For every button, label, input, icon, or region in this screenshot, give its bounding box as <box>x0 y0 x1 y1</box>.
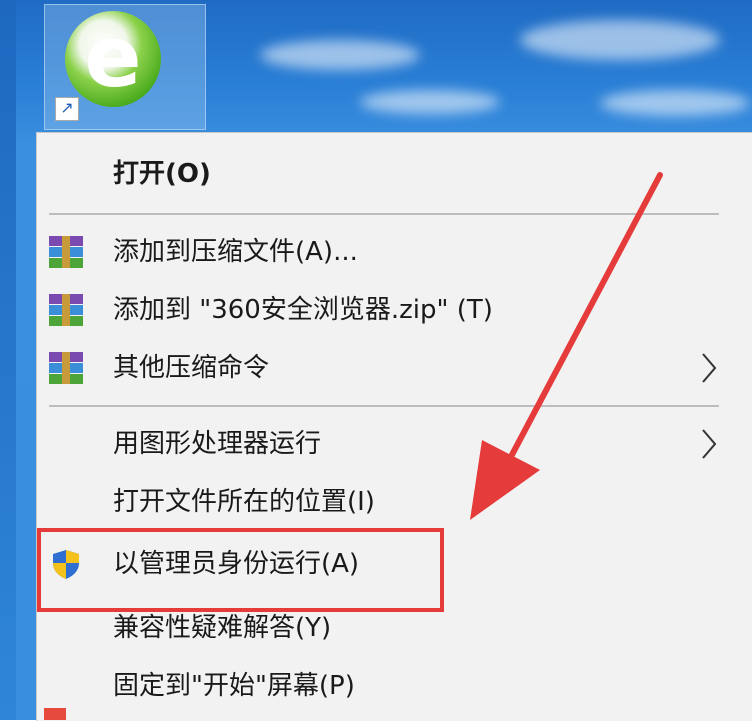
menu-item-run-with-gpu[interactable]: 用图形处理器运行 <box>37 415 752 473</box>
menu-item-label: 固定到"开始"屏幕(P) <box>113 671 355 701</box>
context-menu: 打开(O) 添加到压缩文件(A)... 添加到 "360安全浏览器.zip" (… <box>36 132 752 721</box>
menu-item-label: 其他压缩命令 <box>113 353 270 383</box>
menu-item-add-to-zip[interactable]: 添加到 "360安全浏览器.zip" (T) <box>37 281 752 339</box>
menu-item-label: 用图形处理器运行 <box>113 429 322 459</box>
menu-item-open[interactable]: 打开(O) <box>37 145 752 203</box>
shortcut-arrow-icon: ↗ <box>55 97 79 121</box>
chevron-right-icon <box>702 353 717 383</box>
menu-item-other-compress[interactable]: 其他压缩命令 <box>37 339 752 397</box>
menu-item-label: 打开(O) <box>113 159 211 189</box>
winrar-icon <box>49 236 83 268</box>
annotation-highlight-box <box>37 528 444 612</box>
browser-logo-icon: e <box>65 11 161 107</box>
menu-item-add-to-archive[interactable]: 添加到压缩文件(A)... <box>37 223 752 281</box>
menu-item-label: 打开文件所在的位置(I) <box>113 487 375 517</box>
winrar-icon <box>49 294 83 326</box>
menu-item-pin-to-start[interactable]: 固定到"开始"屏幕(P) <box>37 657 752 715</box>
menu-item-label: 添加到压缩文件(A)... <box>113 237 358 267</box>
desktop-shortcut-360-browser[interactable]: e ↗ <box>44 4 206 130</box>
menu-separator <box>49 213 719 215</box>
desktop-edge <box>0 0 16 720</box>
menu-item-label: 添加到 "360安全浏览器.zip" (T) <box>113 295 493 325</box>
winrar-icon <box>49 352 83 384</box>
menu-separator <box>49 405 719 407</box>
partial-menu-icon <box>44 708 66 720</box>
menu-item-open-file-location[interactable]: 打开文件所在的位置(I) <box>37 473 752 531</box>
chevron-right-icon <box>702 429 717 459</box>
